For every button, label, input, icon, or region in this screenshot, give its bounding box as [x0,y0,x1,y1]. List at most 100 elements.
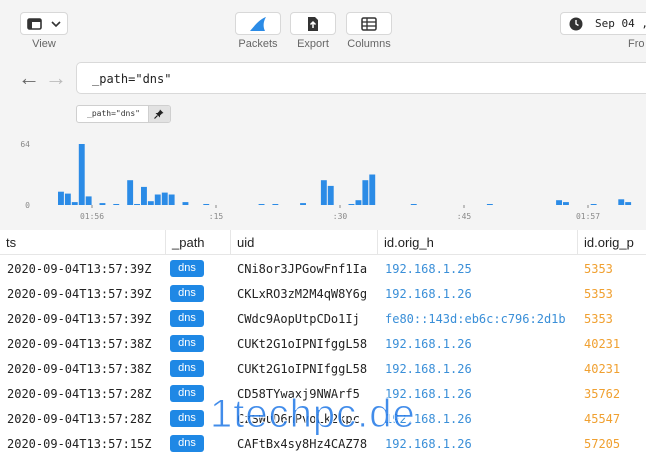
histogram-bar[interactable] [563,202,569,205]
histogram-bar[interactable] [141,186,147,205]
ts-cell: 2020-09-04T13:57:38Z [7,362,152,376]
histogram-bar[interactable] [78,144,85,205]
histogram-bar[interactable] [71,202,78,205]
histogram-bar[interactable] [300,203,306,205]
column-header-uid[interactable]: uid [231,230,378,255]
export-label: Export [297,38,329,50]
histogram-bar[interactable] [203,204,210,205]
filter-pill[interactable]: _path="dns" [76,105,171,123]
table-row[interactable]: 2020-09-04T13:57:38Z dns CUKt2G1oIPNIfgg… [0,331,646,356]
x-tick-label: :15 [209,212,224,221]
histogram-bar[interactable] [618,199,625,205]
histogram-bar[interactable] [556,200,562,205]
columns-button[interactable] [346,12,392,35]
histogram: 64 0 01:56:15:30:45 01:57 [0,130,646,230]
export-button[interactable] [290,12,336,35]
path-badge: dns [170,335,204,352]
column-header-path[interactable]: _path [166,230,231,255]
view-label: View [32,38,56,50]
column-header-orig-p[interactable]: id.orig_p [578,230,646,255]
histogram-bar[interactable] [154,194,161,206]
table-row[interactable]: 2020-09-04T13:57:39Z dns CWdc9AopUtpCDo1… [0,306,646,331]
orig-p-cell: 57205 [584,437,621,451]
histogram-bar[interactable] [410,204,417,205]
uid-cell: CWdc9AopUtpCDo1Ij [237,312,360,326]
histogram-bar[interactable] [348,204,355,205]
orig-h-cell[interactable]: 192.168.1.26 [385,281,472,306]
column-header-orig-h[interactable]: id.orig_h [378,230,578,255]
histogram-bar[interactable] [486,204,493,205]
x-tick-label: 01:56 [80,212,104,221]
back-arrow-icon[interactable]: ← [18,67,40,89]
orig-h-cell[interactable]: 192.168.1.25 [385,256,472,281]
histogram-bar[interactable] [168,194,175,206]
x-tick-label: :45 [457,212,472,221]
ts-cell: 2020-09-04T13:57:15Z [7,437,152,451]
table-row[interactable]: 2020-09-04T13:57:38Z dns CUKt2G1oIPNIfgg… [0,356,646,381]
uid-cell: CUKt2G1oIPNIfggL58 [237,337,368,351]
orig-p-cell: 40231 [584,362,621,376]
ts-cell: 2020-09-04T13:57:28Z [7,387,152,401]
columns-label: Columns [347,38,391,50]
forward-arrow-icon[interactable]: → [45,67,67,89]
packets-button[interactable] [235,12,281,35]
date-text: Sep 04 ,2 [595,17,646,30]
orig-p-cell: 35762 [584,387,621,401]
table-row[interactable]: 2020-09-04T13:57:39Z dns CNi8or3JPGowFnf… [0,256,646,281]
packets-label: Packets [238,38,278,50]
watermark: 1techpc.de [210,392,416,437]
uid-cell: CNi8or3JPGowFnf1Ia [237,262,368,276]
histogram-bar[interactable] [355,200,362,205]
histogram-bar[interactable] [113,204,120,205]
toolbar: View Packets Export Columns Sep 04 ,2 Fr… [0,0,646,60]
path-badge: dns [170,310,204,327]
histogram-bar[interactable] [320,180,327,205]
histogram-bar[interactable] [182,202,189,205]
column-header-ts[interactable]: ts [0,230,166,255]
ts-cell: 2020-09-04T13:57:38Z [7,337,152,351]
path-badge: dns [170,285,204,302]
histogram-bar[interactable] [134,204,140,205]
uid-cell: CKLxRO3zM2M4qW8Y6g [237,287,368,301]
orig-h-cell[interactable]: 192.168.1.26 [385,356,472,381]
export-icon [308,16,318,31]
search-input[interactable]: _path="dns" [76,62,646,94]
from-label: Fro [628,38,645,50]
histogram-bar[interactable] [127,180,134,205]
histogram-bar[interactable] [327,185,334,205]
ts-cell: 2020-09-04T13:57:39Z [7,262,152,276]
histogram-bar[interactable] [147,201,154,205]
histogram-bar[interactable] [362,180,369,205]
orig-p-cell: 5353 [584,262,613,276]
histogram-bar[interactable] [64,193,71,205]
histogram-bar[interactable] [369,174,376,206]
histogram-bar[interactable] [258,204,265,205]
uid-cell: CUKt2G1oIPNIfggL58 [237,362,368,376]
clock-icon [569,17,583,30]
orig-h-cell[interactable]: 192.168.1.26 [385,331,472,356]
ts-cell: 2020-09-04T13:57:39Z [7,312,152,326]
time-range-picker[interactable]: Sep 04 ,2 [560,12,646,35]
histogram-bar[interactable] [590,204,597,205]
orig-p-cell: 5353 [584,312,613,326]
histogram-bar[interactable] [625,202,632,205]
ts-cell: 2020-09-04T13:57:39Z [7,287,152,301]
table-row[interactable]: 2020-09-04T13:57:39Z dns CKLxRO3zM2M4qW8… [0,281,646,306]
view-button[interactable] [20,12,68,35]
ts-cell: 2020-09-04T13:57:28Z [7,412,152,426]
histogram-bar[interactable] [85,196,92,205]
histogram-bar[interactable] [161,192,168,205]
path-badge: dns [170,410,204,427]
layout-icon [27,17,42,30]
x-tick-label: :30 [333,212,348,221]
pin-icon[interactable] [147,106,170,122]
histogram-bar[interactable] [272,204,279,205]
path-badge: dns [170,435,204,452]
orig-h-cell[interactable]: fe80::143d:eb6c:c796:2d1b [385,306,566,331]
shark-fin-icon [250,16,266,31]
path-badge: dns [170,385,204,402]
x-tick-label: 01:57 [576,212,600,221]
histogram-bar[interactable] [58,191,64,205]
histogram-bar[interactable] [99,203,106,205]
orig-p-cell: 5353 [584,287,613,301]
